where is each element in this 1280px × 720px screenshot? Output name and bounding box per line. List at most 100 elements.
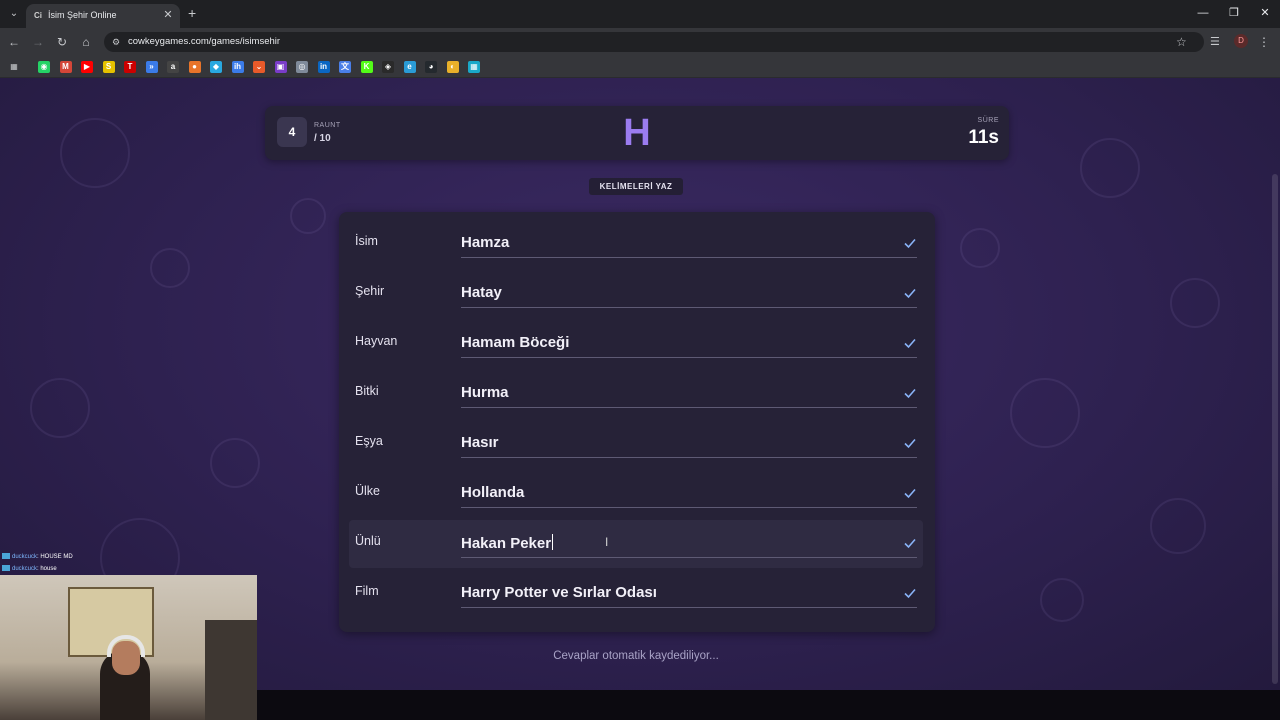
tab-strip: ⌄ Ci İsim Şehir Online ✕ + — ❐ ✕ bbox=[0, 0, 1280, 28]
category-label: İsim bbox=[355, 234, 378, 248]
current-letter: H bbox=[623, 112, 651, 154]
edge-icon[interactable]: e bbox=[403, 61, 416, 73]
chat-message: duckcuck: house bbox=[2, 563, 73, 575]
gmail-icon[interactable]: M bbox=[59, 61, 72, 73]
category-label: Şehir bbox=[355, 284, 385, 298]
check-icon bbox=[904, 238, 916, 249]
tab-favicon-icon: Ci bbox=[34, 11, 42, 20]
bookmark-star-icon[interactable]: ☆ bbox=[1176, 34, 1187, 50]
category-label: Bitki bbox=[355, 384, 379, 398]
answer-input[interactable]: Hasır bbox=[461, 432, 917, 458]
round-total: / 10 bbox=[314, 133, 331, 144]
check-icon bbox=[904, 438, 916, 449]
address-bar[interactable]: ⚙ cowkeygames.com/games/isimsehir bbox=[104, 32, 1204, 52]
round-header-card: 4 RAUNT / 10 H SÜRE 11s bbox=[265, 106, 1009, 160]
a-icon[interactable]: a bbox=[167, 61, 179, 73]
chat-username: duckcuck bbox=[12, 566, 38, 572]
answer-value: Hamza bbox=[461, 234, 510, 251]
kick-icon[interactable]: K bbox=[360, 61, 373, 73]
instruction-badge: KELİMELERİ YAZ bbox=[589, 178, 683, 195]
answer-form: İsim Hamza Şehir Hatay Hayvan Hamam Böceği Bit… bbox=[339, 212, 935, 632]
category-label: Film bbox=[355, 584, 379, 598]
whatsapp-icon[interactable]: ◉ bbox=[38, 61, 50, 73]
tab-title: İsim Şehir Online bbox=[48, 10, 117, 20]
answer-value: Hollanda bbox=[461, 484, 525, 501]
check-icon bbox=[904, 488, 916, 499]
ih-icon[interactable]: ih bbox=[231, 61, 244, 73]
check-icon bbox=[904, 338, 916, 349]
category-label: Ünlü bbox=[355, 534, 381, 548]
timer-label: SÜRE bbox=[977, 117, 999, 124]
globe-icon[interactable]: ◎ bbox=[296, 61, 308, 73]
timer-value: 11s bbox=[968, 127, 999, 148]
window-maximize-button[interactable]: ❐ bbox=[1219, 6, 1249, 20]
grid-icon[interactable]: ▦ bbox=[468, 61, 480, 73]
round-label: RAUNT bbox=[314, 122, 341, 129]
chevron-icon[interactable]: ⌄ bbox=[253, 61, 265, 73]
browser-tab[interactable]: Ci İsim Şehir Online ✕ bbox=[26, 4, 180, 28]
chat-text: : house bbox=[37, 566, 57, 572]
webcam-feed bbox=[0, 575, 257, 720]
check-icon bbox=[904, 388, 916, 399]
translate-icon[interactable]: 文 bbox=[339, 61, 351, 73]
linkedin-icon[interactable]: in bbox=[317, 61, 330, 73]
answer-input[interactable]: Hamam Böceği bbox=[461, 332, 917, 358]
answer-input[interactable]: Hatay bbox=[461, 282, 917, 308]
tesla-icon[interactable]: T bbox=[124, 61, 136, 73]
tv-icon[interactable]: ▣ bbox=[274, 61, 287, 73]
s-icon[interactable]: S bbox=[102, 61, 115, 73]
window-close-button[interactable]: ✕ bbox=[1250, 6, 1280, 20]
answer-value: Hamam Böceği bbox=[461, 334, 570, 351]
answer-value: Harry Potter ve Sırlar Odası bbox=[461, 584, 657, 601]
answer-input[interactable]: Harry Potter ve Sırlar Odası bbox=[461, 582, 917, 608]
window-minimize-button[interactable]: — bbox=[1188, 6, 1218, 20]
youtube-icon[interactable]: ▶ bbox=[81, 61, 93, 73]
chat-badge-icon bbox=[2, 565, 10, 572]
text-caret bbox=[552, 534, 554, 550]
github-icon[interactable]: ◕ bbox=[425, 61, 437, 73]
chat-badge-icon bbox=[2, 553, 10, 560]
extensions-icon[interactable]: ☰ bbox=[1210, 34, 1220, 50]
answer-value: Hakan Peker bbox=[461, 534, 554, 552]
tab-close-icon[interactable]: ✕ bbox=[161, 8, 175, 22]
home-icon[interactable]: ⌂ bbox=[78, 34, 94, 50]
answer-row: Hayvan Hamam Böceği bbox=[349, 320, 923, 368]
answer-input[interactable]: Hamza bbox=[461, 232, 917, 258]
category-label: Eşya bbox=[355, 434, 383, 448]
answer-row: Eşya Hasır bbox=[349, 420, 923, 468]
answer-row: Film Harry Potter ve Sırlar Odası bbox=[349, 570, 923, 618]
answer-value: Hatay bbox=[461, 284, 502, 301]
answer-row: Bitki Hurma bbox=[349, 370, 923, 418]
browser-menu-icon[interactable]: ⋮ bbox=[1258, 34, 1270, 50]
reload-icon[interactable]: ↻ bbox=[54, 34, 70, 50]
site-info-icon[interactable]: ⚙ bbox=[112, 36, 124, 48]
circle-icon[interactable]: ● bbox=[188, 61, 201, 73]
navigation-bar: ← → ↻ ⌂ ⚙ cowkeygames.com/games/isimsehi… bbox=[0, 28, 1280, 56]
answer-row: İsim Hamza bbox=[349, 220, 923, 268]
answer-value: Hurma bbox=[461, 384, 509, 401]
crypto-icon[interactable]: ◐ bbox=[446, 61, 459, 73]
chat-text: : HOUSE MD bbox=[37, 554, 73, 560]
answer-row: Ülke Hollanda bbox=[349, 470, 923, 518]
tab-search-button[interactable]: ⌄ bbox=[6, 6, 22, 22]
stream-chat: duckcuck: HOUSE MD duckcuck: house bbox=[2, 551, 73, 575]
answer-row: Ünlü Hakan Peker bbox=[349, 520, 923, 568]
check-icon bbox=[904, 538, 916, 549]
forward-arrow-icon[interactable]: → bbox=[30, 34, 46, 50]
check-icon bbox=[904, 588, 916, 599]
arrow-icon[interactable]: » bbox=[145, 61, 158, 73]
answer-input[interactable]: Hakan Peker bbox=[461, 532, 917, 558]
diamond-icon[interactable]: ◆ bbox=[210, 61, 222, 73]
answer-input[interactable]: Hurma bbox=[461, 382, 917, 408]
answer-input[interactable]: Hollanda bbox=[461, 482, 917, 508]
text-cursor-icon: I bbox=[605, 535, 609, 549]
chat-username: duckcuck bbox=[12, 554, 38, 560]
new-tab-button[interactable]: + bbox=[188, 6, 196, 20]
apps-grid-icon[interactable]: ▦ bbox=[8, 61, 20, 73]
url-text[interactable]: cowkeygames.com/games/isimsehir bbox=[128, 36, 280, 47]
back-arrow-icon[interactable]: ← bbox=[6, 34, 22, 50]
app-icon[interactable]: ◈ bbox=[382, 61, 394, 73]
profile-avatar[interactable]: D bbox=[1234, 34, 1248, 48]
page-scrollbar[interactable] bbox=[1272, 174, 1278, 684]
category-label: Hayvan bbox=[355, 334, 398, 348]
